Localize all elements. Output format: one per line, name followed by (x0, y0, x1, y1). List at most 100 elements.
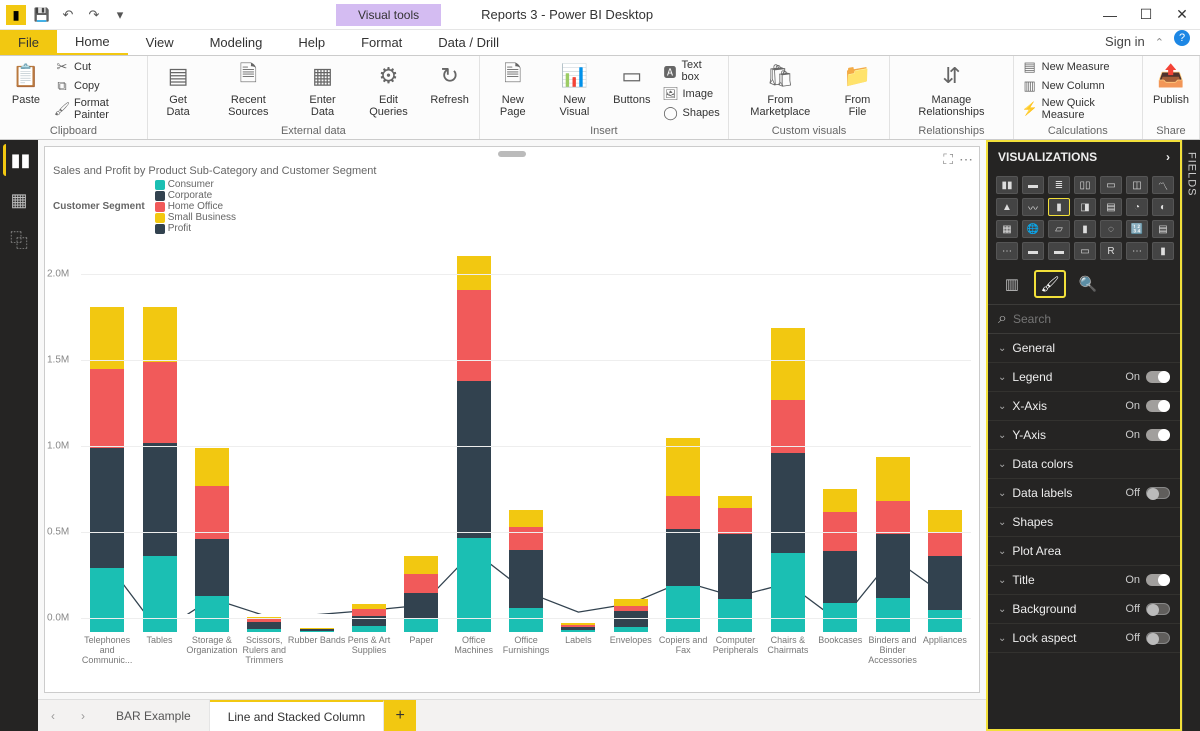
tab-data-drill[interactable]: Data / Drill (420, 30, 517, 55)
viz-type-icon[interactable]: ▲ (996, 198, 1018, 216)
qat-dropdown-icon[interactable]: ▾ (110, 5, 130, 25)
format-item-legend[interactable]: ⌄LegendOn (988, 363, 1180, 392)
model-view-icon[interactable]: ⿻ (3, 224, 35, 256)
new-visual-button[interactable]: 📊New Visual (548, 58, 601, 120)
bar-column[interactable]: Copiers and Fax (657, 240, 709, 632)
format-painter-button[interactable]: 🖌Format Painter (54, 96, 139, 122)
viz-type-icon[interactable]: ◫ (1126, 176, 1148, 194)
viz-type-icon[interactable]: ▯▯ (1074, 176, 1096, 194)
undo-icon[interactable]: ↶ (58, 5, 78, 25)
viz-type-icon[interactable]: ⋯ (1126, 242, 1148, 260)
format-item-data-colors[interactable]: ⌄Data colors (988, 450, 1180, 479)
viz-type-icon[interactable]: ▮▮ (996, 176, 1018, 194)
bar-column[interactable]: Storage & Organization (186, 240, 238, 632)
viz-type-icon[interactable]: 🌐 (1022, 220, 1044, 238)
toggle-lock-aspect[interactable]: Off (1126, 632, 1170, 644)
new-column-button[interactable]: ▥New Column (1022, 77, 1134, 95)
signin-link[interactable]: Sign in (1095, 30, 1155, 55)
viz-type-icon[interactable]: ◌ (1100, 220, 1122, 238)
new-page-button[interactable]: 🗎New Page (488, 58, 538, 120)
focus-mode-icon[interactable]: ⛶ (943, 151, 953, 168)
publish-button[interactable]: 📤Publish (1151, 58, 1191, 108)
bar-column[interactable]: Appliances (919, 240, 971, 632)
cut-button[interactable]: ✂Cut (54, 58, 139, 76)
toggle-data-labels[interactable]: Off (1126, 487, 1170, 499)
viz-type-icon[interactable]: ▭ (1100, 176, 1122, 194)
from-file-button[interactable]: 📁From File (834, 58, 881, 120)
maximize-button[interactable]: ☐ (1128, 0, 1164, 30)
tab-format[interactable]: Format (343, 30, 420, 55)
viz-type-icon[interactable]: ▬ (1022, 242, 1044, 260)
bar-column[interactable]: Pens & Art Supplies (343, 240, 395, 632)
redo-icon[interactable]: ↷ (84, 5, 104, 25)
viz-type-icon[interactable]: ◨ (1074, 198, 1096, 216)
report-view-icon[interactable]: ▮▮ (3, 144, 35, 176)
bar-column[interactable]: Paper (395, 240, 447, 632)
viz-type-icon[interactable]: ▮ (1048, 198, 1070, 216)
buttons-button[interactable]: ▭Buttons (611, 58, 652, 108)
toggle-background[interactable]: Off (1126, 603, 1170, 615)
minimize-button[interactable]: — (1092, 0, 1128, 30)
new-measure-button[interactable]: ▤New Measure (1022, 58, 1134, 76)
page-tab-2[interactable]: Line and Stacked Column (210, 700, 384, 731)
add-page-button[interactable]: + (384, 700, 416, 731)
from-marketplace-button[interactable]: 🛍From Marketplace (737, 58, 824, 120)
page-tab-1[interactable]: BAR Example (98, 700, 210, 731)
format-item-title[interactable]: ⌄TitleOn (988, 566, 1180, 595)
data-view-icon[interactable]: ▦ (3, 184, 35, 216)
search-input[interactable] (1013, 312, 1170, 326)
viz-type-icon[interactable]: ▱ (1048, 220, 1070, 238)
tab-modeling[interactable]: Modeling (192, 30, 281, 55)
tab-next-icon[interactable]: › (68, 700, 98, 731)
bar-column[interactable]: Office Furnishings (500, 240, 552, 632)
analytics-tab-icon[interactable]: 🔍 (1072, 270, 1104, 298)
viz-type-icon[interactable]: 〽 (1152, 176, 1174, 194)
drag-handle-icon[interactable] (498, 151, 526, 157)
manage-relationships-button[interactable]: ⇵Manage Relationships (898, 58, 1004, 120)
tab-home[interactable]: Home (57, 30, 128, 55)
visual-container[interactable]: ⛶ ⋯ Sales and Profit by Product Sub-Cate… (44, 146, 980, 693)
viz-type-icon[interactable]: ▮ (1152, 242, 1174, 260)
viz-type-icon[interactable]: ▤ (1100, 198, 1122, 216)
viz-type-icon[interactable]: ▤ (1152, 220, 1174, 238)
viz-type-icon[interactable]: ▦ (996, 220, 1018, 238)
viz-type-icon[interactable]: ⋯ (996, 242, 1018, 260)
get-data-button[interactable]: ▤Get Data (156, 58, 200, 120)
bar-column[interactable]: Telephones and Communic... (81, 240, 133, 632)
format-item-data-labels[interactable]: ⌄Data labelsOff (988, 479, 1180, 508)
toggle-y-axis[interactable]: On (1125, 429, 1170, 441)
fields-tab-icon[interactable]: ▥ (996, 270, 1028, 298)
tab-view[interactable]: View (128, 30, 192, 55)
chevron-up-icon[interactable]: ⌃ (1155, 36, 1164, 49)
format-item-shapes[interactable]: ⌄Shapes (988, 508, 1180, 537)
tab-prev-icon[interactable]: ‹ (38, 700, 68, 731)
image-button[interactable]: 🖼Image (662, 85, 719, 103)
viz-type-icon[interactable]: 〰 (1022, 198, 1044, 216)
viz-type-icon[interactable]: R (1100, 242, 1122, 260)
help-icon[interactable]: ? (1174, 30, 1190, 46)
refresh-button[interactable]: ↻Refresh (428, 58, 471, 108)
viz-type-icon[interactable]: ▬ (1048, 242, 1070, 260)
bar-column[interactable]: Envelopes (605, 240, 657, 632)
format-item-lock-aspect[interactable]: ⌄Lock aspectOff (988, 624, 1180, 653)
bar-column[interactable]: Chairs & Chairmats (762, 240, 814, 632)
bar-column[interactable]: Rubber Bands (290, 240, 342, 632)
format-item-plot-area[interactable]: ⌄Plot Area (988, 537, 1180, 566)
enter-data-button[interactable]: ▦Enter Data (296, 58, 348, 120)
bar-column[interactable]: Binders and Binder Accessories (866, 240, 918, 632)
toggle-x-axis[interactable]: On (1125, 400, 1170, 412)
new-quick-measure-button[interactable]: ⚡New Quick Measure (1022, 96, 1134, 122)
copy-button[interactable]: ⧉Copy (54, 77, 139, 95)
toggle-title[interactable]: On (1125, 574, 1170, 586)
edit-queries-button[interactable]: ⚙Edit Queries (359, 58, 419, 120)
viz-type-icon[interactable]: ▭ (1074, 242, 1096, 260)
format-item-x-axis[interactable]: ⌄X-AxisOn (988, 392, 1180, 421)
viz-type-icon[interactable]: ◐ (1152, 198, 1174, 216)
recent-sources-button[interactable]: 🗎Recent Sources (210, 58, 286, 120)
viz-type-icon[interactable]: ▮ (1074, 220, 1096, 238)
viz-type-icon[interactable]: ▬ (1022, 176, 1044, 194)
paste-button[interactable]: 📋Paste (8, 58, 44, 108)
bar-column[interactable]: Computer Peripherals (709, 240, 761, 632)
text-box-button[interactable]: 🅰Text box (662, 58, 719, 84)
viz-type-icon[interactable]: ◔ (1126, 198, 1148, 216)
